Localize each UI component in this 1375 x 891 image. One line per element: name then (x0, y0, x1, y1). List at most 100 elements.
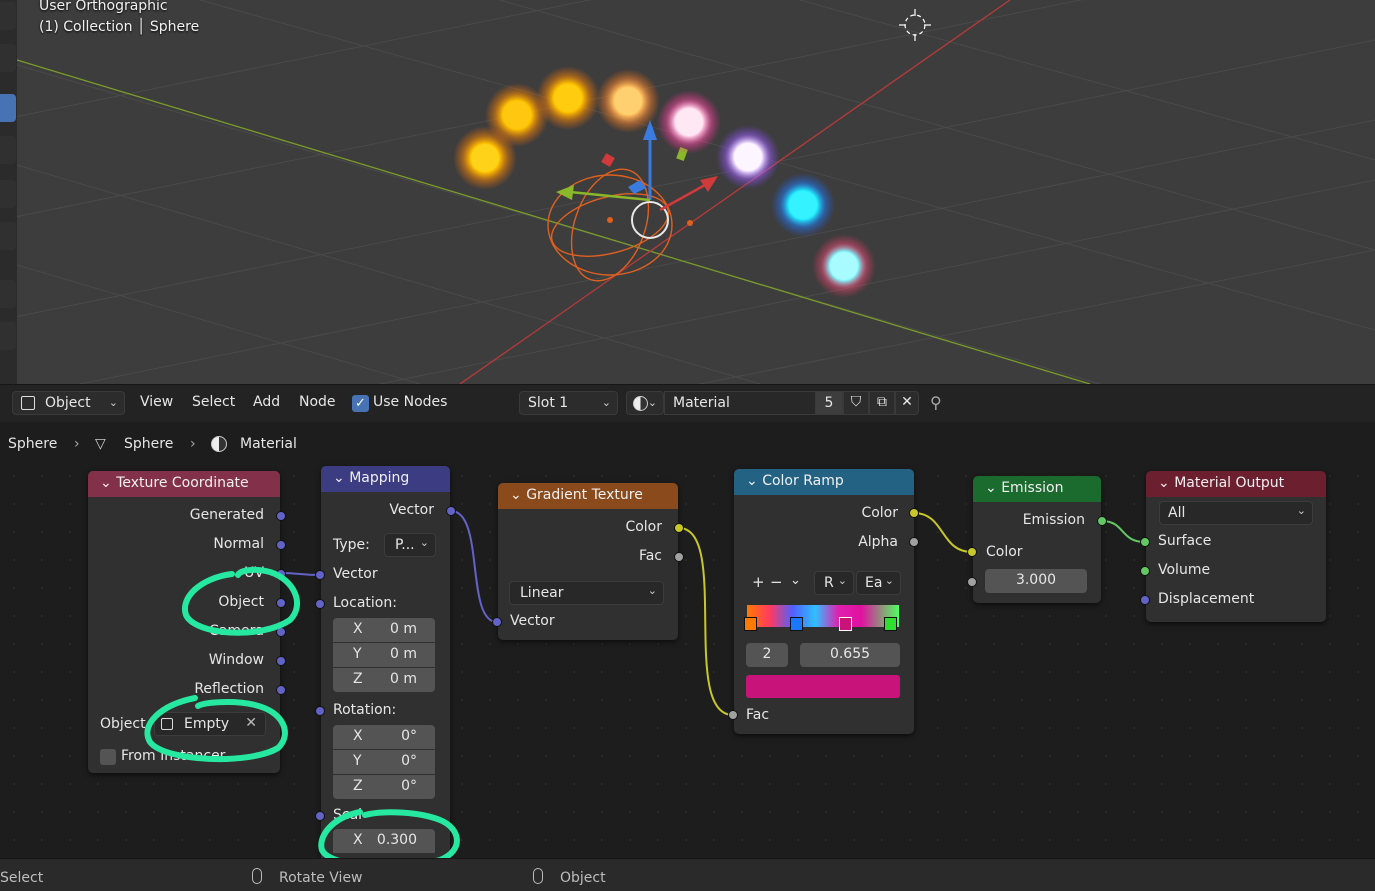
move-tool[interactable] (0, 94, 16, 122)
user-count-badge[interactable]: 5 (815, 391, 843, 415)
menu-node[interactable]: Node (299, 394, 336, 410)
strength-field[interactable]: 3.000 (985, 569, 1087, 593)
ramp-stop-1[interactable] (790, 617, 803, 631)
ramp-stop-2-active[interactable] (839, 617, 852, 631)
socket-alpha-out[interactable] (909, 537, 919, 547)
select-box-tool[interactable] (0, 2, 16, 30)
location-z-field[interactable]: Z 0 m (333, 668, 435, 692)
color-ramp-gradient[interactable] (747, 605, 899, 627)
object-picker-field[interactable]: Empty ✕ (154, 712, 266, 736)
material-name-field[interactable]: Material (664, 391, 816, 415)
material-browse-button[interactable]: ⌄ (626, 391, 664, 415)
color-mode-dropdown[interactable]: R ⌄ (814, 571, 854, 595)
socket-scale-in[interactable] (315, 811, 325, 821)
remove-stop-icon[interactable]: − (770, 573, 783, 591)
type-value: P... (395, 537, 415, 553)
socket-window[interactable] (276, 656, 286, 666)
socket-color-out[interactable] (674, 523, 684, 533)
socket-camera[interactable] (276, 627, 286, 637)
menu-view[interactable]: View (140, 394, 173, 410)
material-output-node[interactable]: ⌄ Material Output All ⌄ Surface Volume Di… (1146, 471, 1326, 622)
emissive-spheres (453, 66, 876, 298)
type-dropdown[interactable]: P... ⌄ (384, 533, 436, 557)
stop-index-field[interactable]: 2 (746, 643, 788, 667)
mapping-node[interactable]: ⌄ Mapping Vector Type: P... ⌄ Vector Loca… (321, 466, 450, 858)
menu-add[interactable]: Add (253, 394, 280, 410)
socket-vector-in[interactable] (492, 617, 502, 627)
target-dropdown[interactable]: All ⌄ (1159, 501, 1313, 525)
node-header[interactable]: ⌄ Texture Coordinate (88, 471, 280, 497)
from-instancer-checkbox[interactable] (100, 749, 116, 765)
socket-color-out[interactable] (909, 508, 919, 518)
socket-vector-out[interactable] (446, 506, 456, 516)
breadcrumb-mesh[interactable]: Sphere (124, 436, 173, 452)
socket-fac-out[interactable] (674, 552, 684, 562)
rotation-y-field[interactable]: Y 0° (333, 750, 435, 774)
clear-close-icon[interactable]: ✕ (245, 715, 257, 731)
node-header[interactable]: ⌄ Mapping (321, 466, 450, 492)
gradient-type-dropdown[interactable]: Linear ⌄ (509, 581, 664, 605)
socket-rotation-in[interactable] (315, 706, 325, 716)
chevron-down-icon[interactable]: ⌄ (790, 573, 801, 588)
gradient-texture-node[interactable]: ⌄ Gradient Texture Color Fac Linear ⌄ Vec… (498, 483, 678, 640)
socket-object[interactable] (276, 598, 286, 608)
node-header[interactable]: ⌄ Emission (973, 476, 1101, 502)
collapse-chevron-icon[interactable]: ⌄ (510, 487, 522, 503)
editor-type-dropdown[interactable]: Object ⌄ (12, 391, 125, 415)
menu-select[interactable]: Select (192, 394, 235, 410)
collapse-chevron-icon[interactable]: ⌄ (333, 470, 345, 486)
transform-tool[interactable] (0, 222, 16, 250)
socket-fac-in[interactable] (728, 710, 738, 720)
add-stop-icon[interactable]: + (752, 573, 765, 591)
unlink-close-icon[interactable]: ✕ (895, 391, 919, 415)
collapse-chevron-icon[interactable]: ⌄ (1158, 475, 1170, 491)
socket-location-in[interactable] (315, 599, 325, 609)
socket-volume-in[interactable] (1140, 566, 1150, 576)
socket-displacement-in[interactable] (1140, 595, 1150, 605)
measure-tool[interactable] (0, 322, 16, 350)
texture-coordinate-node[interactable]: ⌄ Texture Coordinate Generated Normal UV… (88, 471, 280, 773)
socket-generated[interactable] (276, 511, 286, 521)
color-ramp-node[interactable]: ⌄ Color Ramp Color Alpha + − ⌄ R ⌄ Ea ⌄ 2 … (734, 469, 914, 734)
scale-x-field[interactable]: X 0.300 (333, 829, 435, 853)
rotate-tool[interactable] (0, 136, 16, 164)
pin-icon[interactable]: ⚲ (930, 393, 942, 412)
rotation-x-field[interactable]: X 0° (333, 725, 435, 749)
duplicate-material-icon[interactable]: ⧉ (869, 391, 895, 415)
node-header[interactable]: ⌄ Color Ramp (734, 469, 914, 495)
socket-emission-out[interactable] (1097, 516, 1107, 526)
socket-strength-in[interactable] (967, 577, 977, 587)
collapse-chevron-icon[interactable]: ⌄ (985, 480, 997, 496)
location-x-field[interactable]: X 0 m (333, 618, 435, 642)
ramp-stop-0[interactable] (744, 617, 757, 631)
rotation-z-field[interactable]: Z 0° (333, 775, 435, 799)
scale-tool[interactable] (0, 180, 16, 208)
node-header[interactable]: ⌄ Material Output (1146, 471, 1326, 497)
socket-reflection[interactable] (276, 685, 286, 695)
fake-user-shield-icon[interactable]: ⛉ (843, 391, 869, 415)
stop-position-field[interactable]: 0.655 (800, 643, 900, 667)
annotate-tool[interactable] (0, 280, 16, 308)
breadcrumb-object[interactable]: Sphere (8, 436, 57, 452)
chevron-down-icon: ⌄ (108, 396, 118, 409)
emission-node[interactable]: ⌄ Emission Emission Color 3.000 (973, 476, 1101, 603)
location-y-field[interactable]: Y 0 m (333, 643, 435, 667)
ramp-stop-3[interactable] (884, 617, 897, 631)
socket-color-in[interactable] (967, 547, 977, 557)
collapse-chevron-icon[interactable]: ⌄ (100, 475, 112, 491)
3d-viewport[interactable]: User Orthographic (1) Collection │ Spher… (0, 0, 1375, 384)
rotation-label: Rotation: (333, 702, 397, 718)
interpolation-dropdown[interactable]: Ea ⌄ (856, 571, 901, 595)
slot-dropdown[interactable]: Slot 1 ⌄ (519, 391, 618, 415)
use-nodes-checkbox[interactable]: ✓ (352, 395, 369, 412)
socket-uv[interactable] (276, 569, 286, 579)
socket-surface-in[interactable] (1140, 537, 1150, 547)
cursor-tool[interactable] (0, 44, 16, 72)
output-emission: Emission (1022, 512, 1085, 528)
node-header[interactable]: ⌄ Gradient Texture (498, 483, 678, 509)
socket-normal[interactable] (276, 540, 286, 550)
breadcrumb-material[interactable]: Material (240, 436, 297, 452)
collapse-chevron-icon[interactable]: ⌄ (746, 473, 758, 489)
stop-color-swatch[interactable] (746, 675, 900, 698)
socket-vector-in[interactable] (315, 570, 325, 580)
